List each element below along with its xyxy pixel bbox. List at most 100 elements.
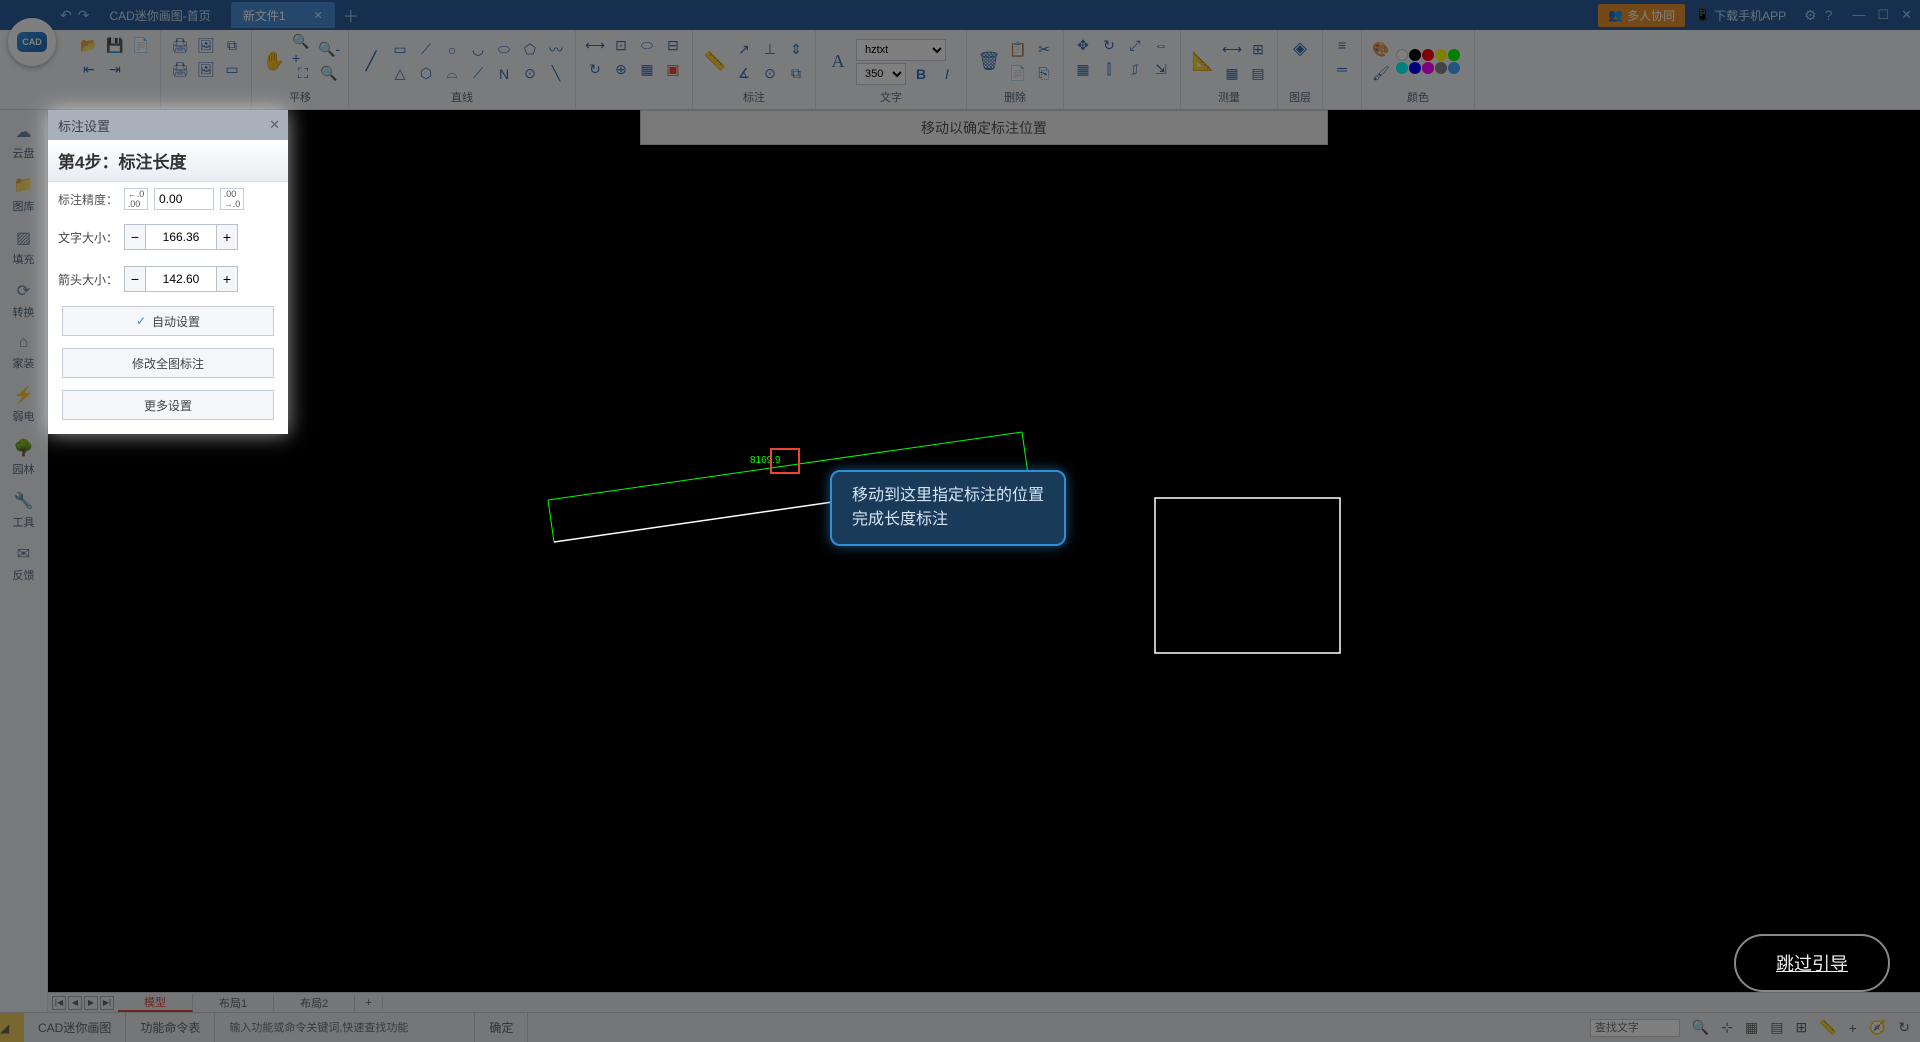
save-icon[interactable]: 💾 [104, 34, 126, 56]
color-wheel-icon[interactable]: 🎨 [1370, 39, 1392, 61]
tab-nav-next-icon[interactable]: ▶ [84, 996, 98, 1010]
tab-nav-prev-icon[interactable]: ◀ [68, 996, 82, 1010]
app-logo[interactable]: CAD [8, 18, 56, 66]
auto-set-button[interactable]: ✓ 自动设置 [62, 306, 274, 336]
edit6-icon[interactable]: ⊕ [610, 58, 632, 80]
zoom-window-icon[interactable]: 🔍 [318, 63, 340, 85]
dim6-icon[interactable]: ⧉ [785, 63, 807, 85]
dim4-icon[interactable]: ∡ [733, 63, 755, 85]
layout-tab-layout2[interactable]: 布局2 [274, 995, 355, 1011]
pan-hand-icon[interactable]: ✋ [260, 48, 288, 76]
export-icon[interactable]: ⇥ [104, 58, 126, 80]
italic-icon[interactable]: I [936, 63, 958, 85]
color-palette[interactable] [1396, 49, 1466, 74]
measure-tool-icon[interactable]: 📐 [1189, 48, 1217, 76]
print-icon[interactable]: 🖨 [169, 34, 191, 56]
stretch-icon[interactable]: ⇲ [1150, 58, 1172, 80]
tab-close-icon[interactable]: ✕ [314, 9, 323, 22]
settings-icon[interactable]: ⚙ [1804, 7, 1817, 24]
line-tool-icon[interactable]: ╱ [357, 48, 385, 76]
text-tool-icon[interactable]: A [824, 48, 852, 76]
polygon-icon[interactable]: ⬠ [519, 39, 541, 61]
dim1-icon[interactable]: ↗ [733, 39, 755, 61]
mirror-icon[interactable]: ⇔ [1150, 34, 1172, 56]
grid2-icon[interactable]: ▤ [1770, 1019, 1783, 1036]
tab-nav-first-icon[interactable]: |◀ [52, 996, 66, 1010]
precision-increase-button[interactable]: .00→.0 [220, 188, 244, 210]
edit7-icon[interactable]: ▦ [636, 58, 658, 80]
snap-icon[interactable]: ⊹ [1721, 1019, 1733, 1036]
layer-tool-icon[interactable]: ◈ [1286, 34, 1314, 62]
arrow-size-plus-button[interactable]: + [216, 266, 238, 292]
clip-icon[interactable]: ⎘ [1033, 63, 1055, 85]
font-size-select[interactable]: 350 [856, 63, 906, 85]
edit8-icon[interactable]: ▣ [662, 58, 684, 80]
sidebar-home-decor[interactable]: ⌂家装 [13, 334, 35, 371]
offset-icon[interactable]: ⫿ [1098, 58, 1120, 80]
plus-icon[interactable]: + [1849, 1020, 1857, 1036]
spline-icon[interactable]: 〰 [545, 39, 567, 61]
polyline-icon[interactable]: ⟋ [415, 39, 437, 61]
sidebar-library[interactable]: 📁图库 [13, 175, 35, 214]
paint-icon[interactable]: 🖌 [1370, 63, 1392, 85]
line-style-icon[interactable]: ≡ [1331, 34, 1353, 56]
edit3-icon[interactable]: ⬭ [636, 34, 658, 56]
close-window-icon[interactable]: ✕ [1901, 7, 1912, 23]
shape2-icon[interactable]: ⬡ [415, 63, 437, 85]
sidebar-convert[interactable]: ⟳转换 [13, 281, 35, 320]
download-app-link[interactable]: 📱 下载手机APP [1695, 7, 1786, 24]
tab-home[interactable]: CAD迷你画图-首页 [97, 2, 222, 28]
ruler-icon[interactable]: 📏 [1819, 1019, 1836, 1036]
sidebar-electric[interactable]: ⚡弱电 [13, 385, 35, 424]
rect-icon[interactable]: ▭ [389, 39, 411, 61]
screenshot-icon[interactable]: ⧉ [221, 34, 243, 56]
more-settings-button[interactable]: 更多设置 [62, 390, 274, 420]
print2-icon[interactable]: 🖨 [169, 58, 191, 80]
grid-icon[interactable]: ▦ [1745, 1019, 1758, 1036]
shape1-icon[interactable]: △ [389, 63, 411, 85]
tab-nav-last-icon[interactable]: ▶| [100, 996, 114, 1010]
sidebar-tools[interactable]: 🔧工具 [13, 491, 35, 530]
dim5-icon[interactable]: ⊙ [759, 63, 781, 85]
status-app-icon[interactable]: ◢ [0, 1013, 24, 1042]
cut-icon[interactable]: ✂ [1033, 39, 1055, 61]
move-icon[interactable]: ✥ [1072, 34, 1094, 56]
edit5-icon[interactable]: ↻ [584, 58, 606, 80]
shape3-icon[interactable]: ⌓ [441, 63, 463, 85]
status-cmd-table[interactable]: 功能命令表 [126, 1013, 215, 1042]
panel-close-icon[interactable]: ✕ [269, 117, 280, 133]
image2-icon[interactable]: 🖼 [195, 58, 217, 80]
meas1-icon[interactable]: ⟷ [1221, 39, 1243, 61]
edit2-icon[interactable]: ⊡ [610, 34, 632, 56]
text-size-input[interactable] [146, 224, 216, 250]
precision-input[interactable] [154, 188, 214, 210]
rotate-icon[interactable]: ↻ [1098, 34, 1120, 56]
ellipse-icon[interactable]: ⬭ [493, 39, 515, 61]
arrow-size-input[interactable] [146, 266, 216, 292]
zoom-out-icon[interactable]: 🔍- [318, 39, 340, 61]
collab-button[interactable]: 👥 多人协同 [1598, 4, 1685, 27]
help-icon[interactable]: ? [1825, 7, 1833, 24]
shape7-icon[interactable]: ╲ [545, 63, 567, 85]
font-name-select[interactable]: hztxt [856, 39, 946, 61]
redo-icon[interactable]: ↷ [78, 7, 90, 24]
dim2-icon[interactable]: ⊥ [759, 39, 781, 61]
precision-decrease-button[interactable]: ←.0.00 [124, 188, 148, 210]
minimize-icon[interactable]: — [1852, 7, 1865, 23]
skip-tutorial-button[interactable]: 跳过引导 [1734, 934, 1890, 992]
layout-tab-add[interactable]: + [355, 997, 382, 1009]
zoom-in-icon[interactable]: 🔍+ [292, 39, 314, 61]
undo-icon[interactable]: ↶ [60, 7, 72, 24]
shape6-icon[interactable]: ⊙ [519, 63, 541, 85]
sidebar-fill[interactable]: ▨填充 [13, 228, 35, 267]
frame-icon[interactable]: ▭ [221, 58, 243, 80]
bold-icon[interactable]: B [910, 63, 932, 85]
delete-tool-icon[interactable]: 🗑 [975, 48, 1003, 76]
command-input[interactable] [229, 1022, 429, 1034]
sidebar-feedback[interactable]: ✉反馈 [13, 544, 35, 583]
edit4-icon[interactable]: ⊟ [662, 34, 684, 56]
text-size-plus-button[interactable]: + [216, 224, 238, 250]
confirm-button[interactable]: 确定 [475, 1013, 528, 1042]
refresh-icon[interactable]: ↻ [1898, 1019, 1910, 1036]
dim3-icon[interactable]: ⇕ [785, 39, 807, 61]
